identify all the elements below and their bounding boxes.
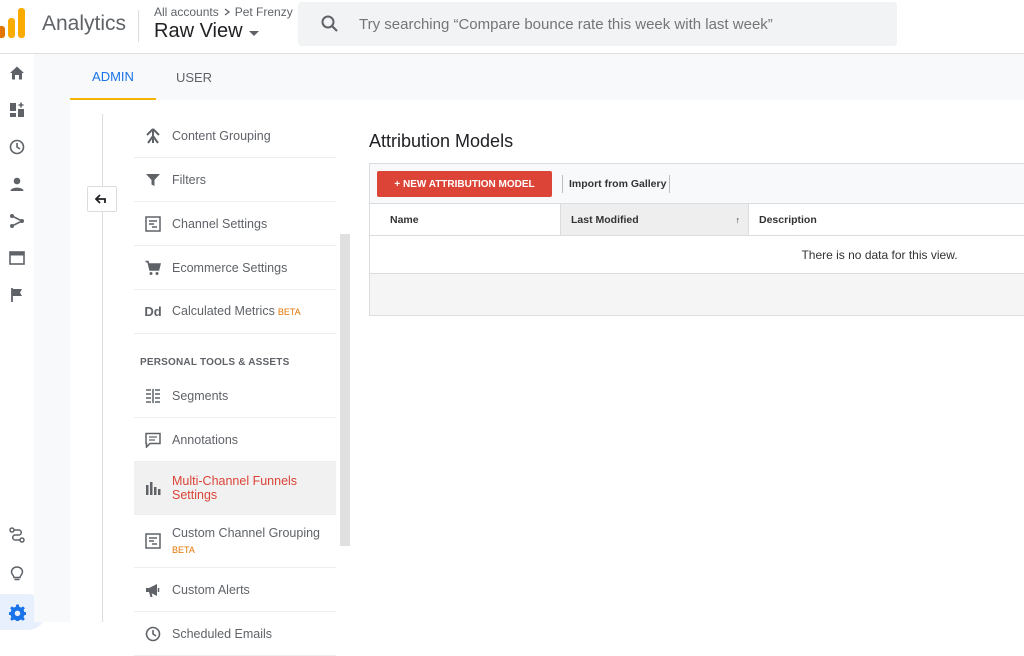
tab-user[interactable]: USER [170, 54, 218, 100]
view-selector[interactable]: Raw View [154, 20, 259, 43]
search-bar[interactable]: Try searching “Compare bounce rate this … [298, 2, 897, 46]
view-settings-menu: Content Grouping Filters Channel Setting… [134, 114, 336, 656]
menu-item-label: Ecommerce Settings [172, 260, 288, 275]
column-header-description[interactable]: Description [750, 204, 1024, 235]
menu-item-label: Multi-Channel Funnels Settings [172, 474, 298, 502]
menu-item-label: Segments [172, 388, 229, 403]
import-from-gallery-button[interactable]: Import from Gallery [569, 171, 666, 197]
menu-item-scheduled-emails[interactable]: Scheduled Emails [134, 612, 336, 656]
breadcrumb[interactable]: All accounts Pet Frenzy [154, 5, 293, 19]
discover-icon[interactable] [8, 565, 26, 583]
realtime-icon[interactable] [8, 138, 26, 156]
column-header-last-modified[interactable]: Last Modified ↑ [560, 204, 749, 235]
content-gutter [34, 100, 70, 622]
menu-item-filters[interactable]: Filters [134, 158, 336, 202]
conversions-icon[interactable] [8, 286, 26, 304]
caret-down-icon [248, 30, 259, 36]
analytics-logo[interactable] [0, 8, 28, 38]
app-name: Analytics [42, 12, 127, 35]
collapse-back-button[interactable] [87, 186, 117, 212]
menu-item-annotations[interactable]: Annotations [134, 418, 336, 462]
table-toolbar: + NEW ATTRIBUTION MODEL Import from Gall… [369, 163, 1024, 204]
menu-item-label: Calculated Metrics [172, 304, 275, 318]
beta-badge: BETA [172, 544, 195, 555]
attribution-icon[interactable] [8, 526, 26, 544]
column-header-name[interactable]: Name [370, 204, 560, 235]
dd-icon: Dd [144, 304, 162, 319]
menu-item-label: Filters [172, 172, 207, 187]
empty-state-message: There is no data for this view. [370, 236, 1024, 274]
breadcrumb-accounts[interactable]: All accounts [154, 5, 219, 19]
toolbar-divider [669, 175, 670, 193]
admin-gear-icon[interactable] [8, 603, 26, 621]
channel-grouping-icon [134, 533, 172, 549]
acquisition-icon[interactable] [8, 212, 26, 230]
attribution-models-table: Name Last Modified ↑ Description There i… [369, 204, 1024, 316]
admin-user-tabs: ADMIN USER [34, 54, 1024, 100]
tab-admin[interactable]: ADMIN [70, 54, 156, 100]
search-icon [321, 15, 338, 32]
channel-settings-icon [134, 215, 172, 232]
page-title: Attribution Models [369, 131, 514, 151]
clock-icon [134, 626, 172, 642]
menu-item-label: Content Grouping [172, 128, 271, 143]
audience-icon[interactable] [8, 175, 26, 193]
filter-icon [134, 172, 172, 188]
megaphone-icon [134, 582, 172, 598]
menu-item-label: Custom Alerts [172, 582, 250, 597]
menu-item-channel-settings[interactable]: Channel Settings [134, 202, 336, 246]
beta-badge: BETA [277, 307, 301, 317]
search-placeholder: Try searching “Compare bounce rate this … [359, 15, 773, 33]
column-header-label: Last Modified [571, 213, 639, 226]
table-footer [370, 274, 1024, 316]
left-rail [0, 54, 46, 630]
breadcrumb-account-name[interactable]: Pet Frenzy [235, 5, 293, 19]
menu-item-custom-channel-grouping[interactable]: Custom Channel Grouping BETA [134, 515, 336, 568]
chevron-right-icon [224, 8, 230, 16]
header-divider [138, 10, 139, 42]
toolbar-divider [562, 175, 563, 193]
menu-item-multi-channel-funnels-settings[interactable]: Multi-Channel Funnels Settings [134, 462, 336, 515]
segments-icon [134, 388, 172, 404]
menu-item-label: Custom Channel Grouping [172, 525, 320, 540]
home-icon[interactable] [8, 64, 26, 82]
section-heading-personal-tools: PERSONAL TOOLS & ASSETS [140, 357, 290, 368]
annotations-icon [134, 432, 172, 448]
menu-item-label: Channel Settings [172, 216, 268, 231]
cart-icon [134, 260, 172, 276]
back-arrow-icon [95, 194, 106, 204]
customization-icon[interactable] [8, 101, 26, 119]
bar-chart-icon [134, 480, 172, 496]
menu-item-label: Annotations [172, 432, 239, 447]
new-attribution-model-button[interactable]: + NEW ATTRIBUTION MODEL [377, 171, 552, 197]
menu-item-segments[interactable]: Segments [134, 374, 336, 418]
table-header: Name Last Modified ↑ Description [370, 204, 1024, 236]
top-header: Analytics All accounts Pet Frenzy Raw Vi… [0, 0, 1024, 54]
view-name: Raw View [154, 20, 243, 42]
menu-item-label: Scheduled Emails [172, 626, 273, 641]
menu-item-ecommerce-settings[interactable]: Ecommerce Settings [134, 246, 336, 290]
menu-item-calculated-metrics[interactable]: Dd Calculated Metrics BETA [134, 290, 336, 334]
sort-ascending-icon: ↑ [735, 214, 741, 225]
content-grouping-icon [134, 127, 172, 144]
behavior-icon[interactable] [8, 249, 26, 267]
menu-scrollbar[interactable] [340, 234, 350, 546]
menu-item-custom-alerts[interactable]: Custom Alerts [134, 568, 336, 612]
menu-item-content-grouping[interactable]: Content Grouping [134, 114, 336, 158]
